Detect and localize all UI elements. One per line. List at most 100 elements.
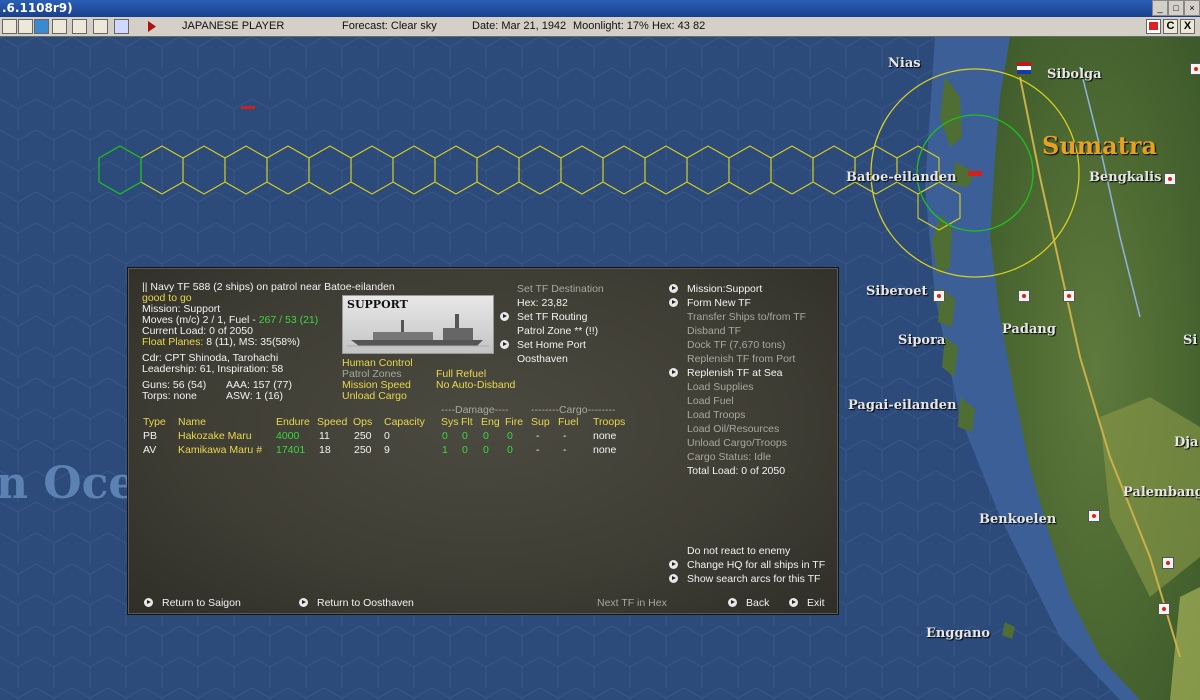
col-capacity[interactable]: Capacity xyxy=(384,416,425,428)
row1-name[interactable]: Hakozake Maru xyxy=(178,430,252,442)
close-window-button[interactable]: × xyxy=(1184,0,1200,16)
action-dock-tf[interactable]: Dock TF (7,670 tons) xyxy=(687,339,785,351)
action-replenish-port[interactable]: Replenish TF from Port xyxy=(687,353,795,365)
patrol-zone-button[interactable]: Patrol Zone ** (!!) xyxy=(517,325,598,337)
list-icon[interactable] xyxy=(93,19,108,34)
flag-icon[interactable] xyxy=(1146,19,1161,34)
base-marker[interactable] xyxy=(1158,603,1170,615)
exit-button[interactable]: Exit xyxy=(807,597,825,609)
col-name[interactable]: Name xyxy=(178,416,206,428)
arrow-icon[interactable] xyxy=(669,298,678,307)
map-label-padang: Padang xyxy=(1002,322,1056,337)
row1-type: PB xyxy=(143,430,158,442)
arrow-icon[interactable] xyxy=(299,598,308,607)
back-button[interactable]: Back xyxy=(746,597,769,609)
col-flt[interactable]: Flt xyxy=(461,416,473,428)
row1-ops: 250 xyxy=(354,430,372,442)
row1-speed: 11 xyxy=(319,430,330,442)
base-marker[interactable] xyxy=(933,290,945,302)
cargo-header: --------Cargo-------- xyxy=(531,404,616,416)
x-button[interactable]: X xyxy=(1180,19,1195,34)
arrow-icon[interactable] xyxy=(669,284,678,293)
home-port-value: Oosthaven xyxy=(517,353,568,365)
set-tf-routing-button[interactable]: Set TF Routing xyxy=(517,311,587,323)
option-show-search-arcs[interactable]: Show search arcs for this TF xyxy=(687,573,820,585)
col-fuel[interactable]: Fuel xyxy=(558,416,578,428)
destination-hex: Hex: 23,82 xyxy=(517,297,568,309)
minimize-button[interactable]: _ xyxy=(1152,0,1168,16)
arrow-icon[interactable] xyxy=(500,312,509,321)
row2-fire: 0 xyxy=(507,444,513,456)
col-troops[interactable]: Troops xyxy=(593,416,625,428)
action-disband-tf[interactable]: Disband TF xyxy=(687,325,741,337)
row1-capacity: 0 xyxy=(384,430,390,442)
col-endure[interactable]: Endure xyxy=(276,416,310,428)
map-label-sibolga: Sibolga xyxy=(1047,67,1102,82)
row2-type: AV xyxy=(143,444,157,456)
set-home-port-button[interactable]: Set Home Port xyxy=(517,339,586,351)
action-load-supplies[interactable]: Load Supplies xyxy=(687,381,754,393)
col-sup[interactable]: Sup xyxy=(531,416,550,428)
action-load-oil[interactable]: Load Oil/Resources xyxy=(687,423,779,435)
arrow-icon[interactable] xyxy=(500,340,509,349)
set-tf-destination-label: Set TF Destination xyxy=(517,283,604,295)
player-label: JAPANESE PLAYER xyxy=(182,20,285,32)
return-to-oosthaven-button[interactable]: Return to Oosthaven xyxy=(317,597,414,609)
base-marker[interactable] xyxy=(1018,290,1030,302)
unload-cargo-toggle[interactable]: Unload Cargo xyxy=(342,390,407,402)
action-replenish-sea[interactable]: Replenish TF at Sea xyxy=(687,367,783,379)
base-marker[interactable] xyxy=(1164,173,1176,185)
grid-icon[interactable] xyxy=(52,19,67,34)
title-bar: .6.1108r9) _ □ × xyxy=(0,0,1200,17)
globe-icon[interactable] xyxy=(34,19,49,34)
col-fire[interactable]: Fire xyxy=(505,416,523,428)
action-unload-cargo[interactable]: Unload Cargo/Troops xyxy=(687,437,787,449)
arrow-icon[interactable] xyxy=(789,598,798,607)
row2-ops: 250 xyxy=(354,444,372,456)
arrow-icon[interactable] xyxy=(144,598,153,607)
col-eng[interactable]: Eng xyxy=(481,416,500,428)
row2-eng: 0 xyxy=(483,444,489,456)
action-mission[interactable]: Mission:Support xyxy=(687,283,762,295)
next-tf-in-hex-button[interactable]: Next TF in Hex xyxy=(597,597,667,609)
arrow-icon[interactable] xyxy=(669,560,678,569)
row1-troops: none xyxy=(593,430,617,442)
action-transfer-ships[interactable]: Transfer Ships to/from TF xyxy=(687,311,806,323)
play-icon[interactable] xyxy=(144,19,159,34)
tf-fuel-value: 267 / 53 (21) xyxy=(258,314,319,326)
action-load-fuel[interactable]: Load Fuel xyxy=(687,395,734,407)
col-ops[interactable]: Ops xyxy=(353,416,372,428)
option-do-not-react[interactable]: Do not react to enemy xyxy=(687,545,790,557)
option-change-hq[interactable]: Change HQ for all ships in TF xyxy=(687,559,825,571)
map-label-bengkalis: Bengkalis xyxy=(1089,170,1162,185)
base-marker[interactable] xyxy=(1088,510,1100,522)
map-label-batoe: Batoe-eilanden xyxy=(846,170,957,185)
map-label-palembang: Palembang xyxy=(1123,485,1200,500)
arrow-icon[interactable] xyxy=(728,598,737,607)
action-form-new-tf[interactable]: Form New TF xyxy=(687,297,751,309)
map-label-si: Si xyxy=(1183,333,1198,348)
window-icon[interactable] xyxy=(114,19,129,34)
od-icon[interactable] xyxy=(72,19,87,34)
date-label: Date: Mar 21, 1942 xyxy=(472,20,567,32)
arrow-icon[interactable] xyxy=(669,368,678,377)
c-button[interactable]: C xyxy=(1163,19,1178,34)
return-to-saigon-button[interactable]: Return to Saigon xyxy=(162,597,241,609)
arrow-icon[interactable] xyxy=(669,574,678,583)
row2-name[interactable]: Kamikawa Maru # xyxy=(178,444,262,456)
map-label-pagai: Pagai-eilanden xyxy=(848,398,957,413)
base-marker[interactable] xyxy=(1063,290,1075,302)
toolbar: JAPANESE PLAYER Forecast: Clear sky Date… xyxy=(0,17,1200,37)
base-marker[interactable] xyxy=(1190,63,1200,75)
map-icon[interactable] xyxy=(18,19,33,34)
no-auto-disband-toggle[interactable]: No Auto-Disband xyxy=(436,379,515,391)
map-label-sipora: Sipora xyxy=(898,333,946,348)
total-load: Total Load: 0 of 2050 xyxy=(687,465,786,477)
base-marker[interactable] xyxy=(1162,557,1174,569)
col-sys[interactable]: Sys xyxy=(441,416,459,428)
menu-icon[interactable] xyxy=(2,19,17,34)
col-speed[interactable]: Speed xyxy=(317,416,347,428)
maximize-button[interactable]: □ xyxy=(1168,0,1184,16)
col-type[interactable]: Type xyxy=(143,416,166,428)
action-load-troops[interactable]: Load Troops xyxy=(687,409,745,421)
